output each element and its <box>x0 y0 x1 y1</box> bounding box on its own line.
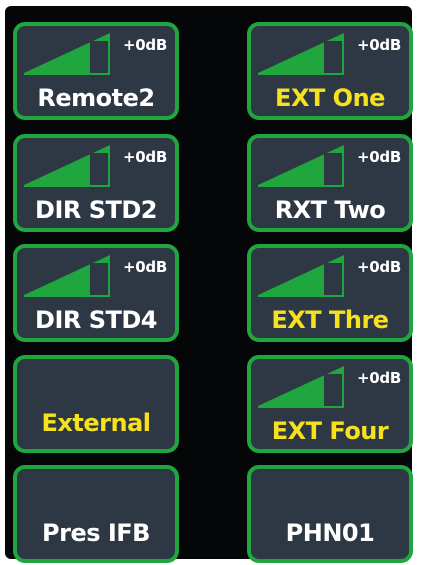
gain-ramp-icon <box>24 255 110 297</box>
gain-ramp-icon <box>258 33 344 75</box>
gain-readout: +0dB <box>123 148 167 166</box>
key-label: DIR STD4 <box>35 306 157 334</box>
key-label: PHN01 <box>285 519 375 547</box>
key-label: DIR STD2 <box>35 196 157 224</box>
gain-readout: +0dB <box>357 369 401 387</box>
key-label: External <box>41 409 151 437</box>
gain-ramp-icon <box>258 145 344 187</box>
key-label: EXT One <box>275 84 385 112</box>
key-label: EXT Thre <box>271 306 389 334</box>
gain-ramp-icon <box>24 145 110 187</box>
key-phn01[interactable]: PHN01 <box>247 465 413 563</box>
key-ext-thre[interactable]: +0dB EXT Thre <box>247 244 413 342</box>
gain-readout: +0dB <box>357 36 401 54</box>
key-remote2[interactable]: +0dB Remote2 <box>13 22 179 120</box>
key-rxt-two[interactable]: +0dB RXT Two <box>247 134 413 232</box>
gain-readout: +0dB <box>357 258 401 276</box>
key-dir-std4[interactable]: +0dB DIR STD4 <box>13 244 179 342</box>
gain-readout: +0dB <box>123 258 167 276</box>
gain-readout: +0dB <box>123 36 167 54</box>
gain-ramp-icon <box>24 33 110 75</box>
key-dir-std2[interactable]: +0dB DIR STD2 <box>13 134 179 232</box>
key-label: Pres IFB <box>42 519 150 547</box>
key-external[interactable]: External <box>13 355 179 453</box>
gain-ramp-icon <box>258 255 344 297</box>
gain-ramp-icon <box>258 366 344 408</box>
key-label: EXT Four <box>271 417 389 445</box>
key-pres-ifb[interactable]: Pres IFB <box>13 465 179 563</box>
key-ext-one[interactable]: +0dB EXT One <box>247 22 413 120</box>
key-label: RXT Two <box>274 196 386 224</box>
key-panel-screen: +0dB Remote2 +0dB EXT One +0dB DIR STD2 … <box>5 6 413 563</box>
key-label: Remote2 <box>37 84 155 112</box>
gain-readout: +0dB <box>357 148 401 166</box>
key-ext-four[interactable]: +0dB EXT Four <box>247 355 413 453</box>
